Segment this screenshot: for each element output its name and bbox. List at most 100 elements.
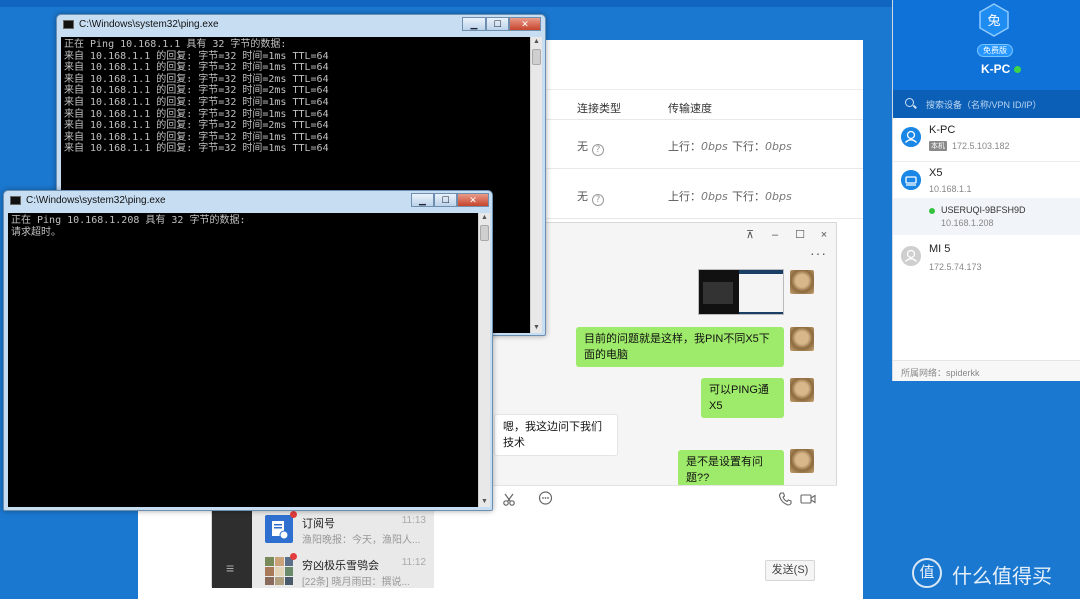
vertical-scrollbar[interactable]: ▲ ▼ xyxy=(478,213,490,507)
speed-up: 上行：0bps xyxy=(668,140,728,153)
svg-text:兔: 兔 xyxy=(987,14,1000,29)
console-line: 来自 10.168.1.1 的回复: 字节=32 时间=1ms TTL=64 xyxy=(64,96,329,108)
online-status-dot xyxy=(1014,66,1021,73)
maximize-button[interactable]: ☐ xyxy=(486,17,509,31)
help-icon[interactable]: ? xyxy=(592,144,604,156)
session-name: 订阅号 xyxy=(302,518,335,530)
device-ip: 本机 172.5.103.182 xyxy=(929,141,1010,151)
avatar[interactable] xyxy=(790,449,814,473)
chat-nav-sidebar: ≡ xyxy=(212,510,252,588)
scrollbar-thumb[interactable] xyxy=(532,49,541,65)
message-bubble: 是不是设置有问题?? xyxy=(678,450,784,490)
avatar[interactable] xyxy=(790,270,814,294)
console-line: 来自 10.168.1.1 的回复: 字节=32 时间=2ms TTL=64 xyxy=(64,73,329,85)
panel-header: 兔 免费版 K-PC xyxy=(893,0,1080,90)
ping-console-window: C:\Windows\system32\ping.exe ▁ ☐ ✕ 正在 Pi… xyxy=(3,190,493,511)
scroll-up-icon[interactable]: ▲ xyxy=(479,213,490,223)
close-button[interactable]: ✕ xyxy=(509,17,541,31)
speed-up: 上行：0bps xyxy=(668,190,728,203)
header-connection-type: 连接类型 xyxy=(577,103,621,115)
screenshot-thumbnail[interactable] xyxy=(698,269,784,315)
session-time: 11:13 xyxy=(401,515,426,526)
console-line: 来自 10.168.1.1 的回复: 字节=32 时间=1ms TTL=64 xyxy=(64,131,329,143)
device-name: X5 xyxy=(929,167,943,179)
pin-icon[interactable]: ⊼ xyxy=(742,227,758,243)
session-preview: 渔阳晚报：今天，渔阳人... xyxy=(302,535,421,546)
session-name: 穷凶极乐雪鸮会 xyxy=(302,560,379,572)
window-title: C:\Windows\system32\ping.exe xyxy=(26,195,166,206)
header-transfer-speed: 传输速度 xyxy=(668,103,712,115)
user-icon xyxy=(901,246,921,266)
close-button[interactable]: ✕ xyxy=(457,193,489,207)
scrollbar-thumb[interactable] xyxy=(480,225,489,241)
list-item[interactable]: 订阅号 渔阳晚报：今天，渔阳人... 11:13 xyxy=(252,510,434,554)
edition-badge: 免费版 xyxy=(977,44,1013,57)
console-line: 来自 10.168.1.1 的回复: 字节=32 时间=2ms TTL=64 xyxy=(64,85,329,97)
watermark-text: 什么值得买 xyxy=(952,564,1052,588)
user-icon xyxy=(901,127,921,147)
console-line: 请求超时。 xyxy=(11,226,61,238)
scroll-down-icon[interactable]: ▼ xyxy=(531,323,542,333)
vertical-scrollbar[interactable]: ▲ ▼ xyxy=(530,37,542,333)
minimize-button[interactable]: ▁ xyxy=(462,17,486,31)
device-item-mi5[interactable]: MI 5 172.5.74.173 xyxy=(893,236,1080,276)
sub-device-item[interactable]: USERUQI-9BFSH9D 10.168.1.208 xyxy=(893,198,1080,235)
console-line: 来自 10.168.1.1 的回复: 字节=32 时间=1ms TTL=64 xyxy=(64,50,329,62)
help-icon[interactable]: ? xyxy=(592,194,604,206)
session-preview: [22条] 晓月雨田：撰说... xyxy=(302,577,410,588)
scroll-up-icon[interactable]: ▲ xyxy=(531,37,542,47)
subscription-icon xyxy=(265,515,293,543)
list-item[interactable]: 穷凶极乐雪鸮会 [22条] 晓月雨田：撰说... 11:12 xyxy=(252,552,434,596)
video-call-icon[interactable] xyxy=(800,493,816,505)
window-title: C:\Windows\system32\ping.exe xyxy=(79,19,219,30)
message-bubble: 目前的问题就是这样，我PIN不同X5下面的电脑 xyxy=(576,327,784,367)
console-line: 正在 Ping 10.168.1.1 具有 32 字节的数据: xyxy=(64,39,287,50)
network-name-footer: 所属网络：spiderkk xyxy=(893,360,1080,381)
vpn-device-panel: 兔 免费版 K-PC 搜索设备（名称/VPN ID/IP） K-PC 本机 172… xyxy=(892,0,1080,381)
search-input[interactable]: 搜索设备（名称/VPN ID/IP） xyxy=(926,98,1042,111)
unread-dot xyxy=(290,553,297,560)
console-app-icon xyxy=(10,196,21,205)
session-time: 11:12 xyxy=(401,557,426,568)
phone-icon[interactable] xyxy=(778,492,792,506)
more-options-icon[interactable]: ··· xyxy=(810,245,827,261)
local-tag: 本机 xyxy=(929,141,947,151)
console-line: 来自 10.168.1.1 的回复: 字节=32 时间=1ms TTL=64 xyxy=(64,62,329,74)
online-status-dot xyxy=(929,208,935,214)
device-ip: 172.5.74.173 xyxy=(929,262,982,272)
scissors-icon[interactable] xyxy=(503,492,517,506)
sub-device-name: USERUQI-9BFSH9D xyxy=(941,205,1026,215)
device-ip: 10.168.1.1 xyxy=(929,184,972,194)
message-bubble: 嗯，我这边问下我们技术 xyxy=(494,414,618,456)
console-output[interactable]: 正在 Ping 10.168.1.208 具有 32 字节的数据: 请求超时。 xyxy=(8,213,478,507)
chat-session-list: 订阅号 渔阳晚报：今天，渔阳人... 11:13 穷凶极乐雪鸮会 [22条] 晓… xyxy=(252,510,434,588)
menu-icon[interactable]: ≡ xyxy=(226,560,234,576)
connection-type-value: 无? xyxy=(577,188,604,206)
device-name: MI 5 xyxy=(929,243,951,255)
router-icon xyxy=(901,170,921,190)
minimize-button[interactable]: – xyxy=(767,227,783,243)
console-line: 来自 10.168.1.1 的回复: 字节=32 时间=1ms TTL=64 xyxy=(64,143,329,155)
speed-down: 下行：0bps xyxy=(732,190,792,203)
group-avatar-icon xyxy=(265,557,293,585)
watermark-logo-icon: 值 xyxy=(912,558,942,588)
maximize-button[interactable]: ☐ xyxy=(434,193,457,207)
local-pc-name: K-PC xyxy=(981,62,1011,76)
chat-history-icon[interactable] xyxy=(538,491,553,506)
avatar[interactable] xyxy=(790,378,814,402)
message-bubble: 可以PING通X5 xyxy=(701,378,784,418)
minimize-button[interactable]: ▁ xyxy=(411,193,434,207)
unread-dot xyxy=(290,511,297,518)
close-button[interactable]: × xyxy=(816,227,832,243)
console-line: 来自 10.168.1.1 的回复: 字节=32 时间=2ms TTL=64 xyxy=(64,120,329,132)
device-search[interactable]: 搜索设备（名称/VPN ID/IP） xyxy=(893,90,1080,118)
send-button[interactable]: 发送(S) xyxy=(765,560,815,581)
maximize-button[interactable]: ☐ xyxy=(792,227,808,243)
scroll-down-icon[interactable]: ▼ xyxy=(479,497,490,507)
search-icon xyxy=(905,98,914,107)
device-item-k-pc[interactable]: K-PC 本机 172.5.103.182 xyxy=(893,118,1080,161)
connection-type-value: 无? xyxy=(577,138,604,156)
speed-down: 下行：0bps xyxy=(732,140,792,153)
device-item-x5[interactable]: X5 10.168.1.1 xyxy=(893,162,1080,198)
avatar[interactable] xyxy=(790,327,814,351)
